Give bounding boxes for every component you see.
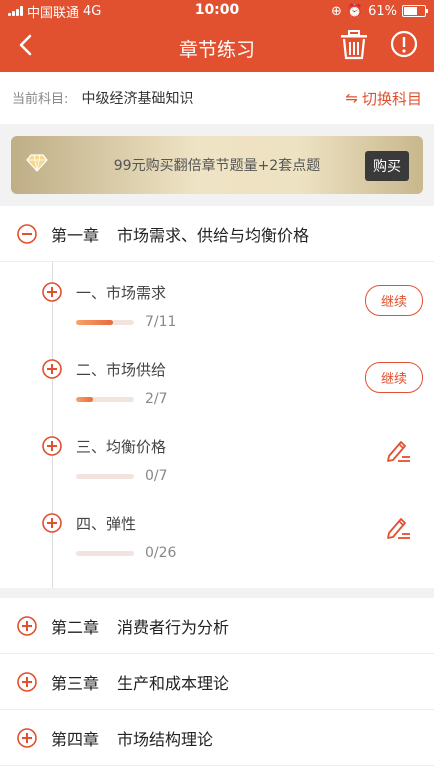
- clock: 10:00: [194, 2, 240, 18]
- progress-count: 0/7: [145, 468, 168, 484]
- switch-subject-label: 切换科目: [361, 89, 422, 108]
- expand-icon[interactable]: [42, 282, 62, 302]
- continue-button[interactable]: 继续: [364, 285, 423, 316]
- chapter-item[interactable]: 第三章 生产和成本理论: [0, 654, 434, 710]
- diamond-icon: [26, 154, 48, 172]
- progress-bar: [76, 474, 134, 479]
- progress-count: 0/26: [145, 545, 177, 561]
- expand-icon[interactable]: [42, 513, 62, 533]
- section-name: 三、均衡价格: [76, 438, 167, 456]
- subject-bar: 当前科目: 中级经济基础知识 ⇋ 切换科目: [0, 72, 434, 124]
- chapter-number: 第一章: [51, 225, 100, 245]
- status-bar: 中国联通 4G 10:00 ⊕ ⏰ 61%: [0, 0, 434, 22]
- swap-icon: ⇋: [345, 89, 358, 107]
- progress-bar: [76, 551, 134, 556]
- chapter-number: 第二章: [51, 617, 100, 637]
- section-name: 二、市场供给: [76, 361, 167, 379]
- banner-text: 99元购买翻倍章节题量+2套点题: [113, 158, 321, 174]
- top-bar: 中国联通 4G 10:00 ⊕ ⏰ 61% 章节练习: [0, 0, 434, 72]
- section-item[interactable]: 四、弹性 0/26: [0, 501, 434, 578]
- edit-icon[interactable]: [384, 436, 412, 464]
- expand-icon[interactable]: [42, 359, 62, 379]
- chapter-number: 第三章: [51, 673, 100, 693]
- subject-label: 当前科目:: [12, 92, 69, 107]
- battery-icon: [402, 5, 428, 17]
- chapter-item[interactable]: 第一章 市场需求、供给与均衡价格: [0, 206, 434, 262]
- chapter-title: 消费者行为分析: [117, 617, 230, 637]
- edit-icon[interactable]: [384, 513, 412, 541]
- chapter-title: 市场需求、供给与均衡价格: [117, 225, 310, 245]
- subject-value: 中级经济基础知识: [81, 91, 194, 107]
- chapter-item[interactable]: 第二章 消费者行为分析: [0, 598, 434, 654]
- section-item[interactable]: 三、均衡价格 0/7: [0, 424, 434, 501]
- collapse-icon[interactable]: [17, 223, 37, 244]
- section-list: 一、市场需求 7/11 继续 二、市场供给 2/7 继续 三、均衡价格 0/7 …: [0, 262, 434, 588]
- buy-button[interactable]: 购买: [365, 151, 409, 181]
- chapter-item[interactable]: 第四章 市场结构理论: [0, 710, 434, 766]
- expand-icon[interactable]: [17, 615, 37, 636]
- section-name: 四、弹性: [76, 515, 137, 533]
- progress-count: 7/11: [145, 314, 177, 330]
- section-item[interactable]: 一、市场需求 7/11 继续: [0, 270, 434, 347]
- switch-subject-button[interactable]: ⇋ 切换科目: [345, 88, 422, 109]
- chapter-title: 生产和成本理论: [117, 673, 230, 693]
- chapter-number: 第四章: [51, 729, 100, 749]
- continue-button[interactable]: 继续: [364, 362, 423, 393]
- progress-count: 2/7: [145, 391, 168, 407]
- progress-bar: [76, 397, 134, 402]
- progress-bar: [76, 320, 134, 325]
- expand-icon[interactable]: [17, 671, 37, 692]
- chapter-list: 第一章 市场需求、供给与均衡价格 一、市场需求 7/11 继续 二、市场供给 2…: [0, 206, 434, 766]
- trash-icon[interactable]: [340, 30, 368, 60]
- chapter-title: 市场结构理论: [117, 729, 214, 749]
- section-item[interactable]: 二、市场供给 2/7 继续: [0, 347, 434, 424]
- section-name: 一、市场需求: [76, 284, 167, 302]
- expand-icon[interactable]: [17, 727, 37, 748]
- info-icon[interactable]: [390, 30, 418, 58]
- divider: [0, 588, 434, 598]
- page-title: 章节练习: [178, 39, 255, 61]
- promo-banner[interactable]: 99元购买翻倍章节题量+2套点题 购买: [11, 136, 423, 194]
- expand-icon[interactable]: [42, 436, 62, 456]
